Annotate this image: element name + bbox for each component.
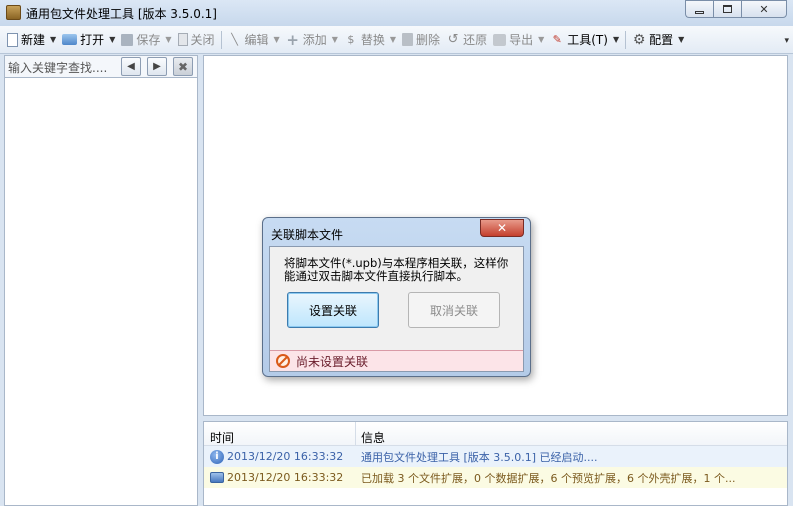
dialog-body: 将脚本文件(*.upb)与本程序相关联，这样你能通过双击脚本文件直接执行脚本。 …	[269, 246, 524, 372]
log-time-cell: i 2013/12/20 16:33:32	[204, 449, 356, 464]
log-time-cell: 2013/12/20 16:33:32	[204, 471, 356, 484]
chevron-down-icon[interactable]: ▼	[613, 35, 619, 44]
set-association-button[interactable]: 设置关联	[287, 292, 379, 328]
log-time: 2013/12/20 16:33:32	[227, 471, 344, 484]
status-text: 尚未设置关联	[296, 354, 369, 369]
replace-icon: $	[347, 32, 355, 46]
clear-x-icon: ✖	[177, 59, 189, 74]
app-icon	[6, 5, 21, 20]
chevron-down-icon[interactable]: ▼	[678, 35, 684, 44]
add-label: 添加	[302, 33, 327, 47]
save-label: 保存	[136, 33, 161, 47]
log-row[interactable]: i 2013/12/20 16:33:32 通用包文件处理工具 [版本 3.5.…	[204, 446, 787, 467]
trash-icon	[402, 33, 414, 46]
close-icon: ✕	[496, 221, 508, 235]
toolbar-separator	[220, 30, 222, 49]
toolbar-overflow-icon[interactable]: ▾	[784, 36, 789, 46]
close-file-icon	[177, 33, 188, 46]
replace-label: 替换	[360, 33, 385, 47]
toolbar-separator	[625, 30, 627, 49]
title-bar: 通用包文件处理工具 [版本 3.5.0.1] ✕	[0, 0, 793, 26]
prohibited-icon	[276, 354, 290, 368]
new-file-icon	[7, 32, 18, 47]
export-icon	[493, 33, 507, 46]
association-status: 尚未设置关联	[270, 350, 523, 371]
delete-button[interactable]: 删除	[399, 29, 443, 51]
pencil-icon: ╲	[231, 32, 238, 46]
next-button[interactable]: ▶	[147, 57, 167, 76]
config-label: 配置	[649, 33, 674, 47]
message-icon	[210, 472, 224, 483]
search-bar: 输入关键字查找.... ◀ ▶ ✖	[5, 56, 197, 78]
open-label: 打开	[80, 33, 105, 47]
chevron-down-icon[interactable]: ▼	[50, 35, 56, 44]
undo-icon: ↺	[447, 31, 459, 47]
window-controls: ✕	[685, 0, 787, 18]
window-title: 通用包文件处理工具 [版本 3.5.0.1]	[26, 7, 217, 21]
column-header-time[interactable]: 时间	[204, 422, 356, 445]
column-header-message[interactable]: 信息	[356, 422, 787, 445]
folder-icon	[62, 34, 78, 45]
close-file-button[interactable]: 关闭	[175, 29, 218, 51]
chevron-down-icon[interactable]: ▼	[274, 35, 280, 44]
triangle-left-icon: ◀	[127, 61, 135, 72]
cancel-association-button[interactable]: 取消关联	[408, 292, 500, 328]
clear-search-button[interactable]: ✖	[173, 57, 193, 76]
triangle-right-icon: ▶	[153, 61, 161, 72]
tools-label: 工具(T)	[567, 33, 608, 47]
add-button[interactable]: + 添加 ▼	[283, 29, 341, 51]
search-input[interactable]: 输入关键字查找....	[7, 57, 119, 76]
export-label: 导出	[509, 33, 534, 47]
brush-icon: ✎	[552, 32, 562, 46]
log-message: 已加载 3 个文件扩展，0 个数据扩展，6 个预览扩展，6 个外壳扩展，1 个.…	[361, 471, 736, 485]
export-button[interactable]: 导出 ▼	[490, 29, 547, 51]
chevron-down-icon[interactable]: ▼	[109, 35, 115, 44]
maximize-button[interactable]	[713, 0, 741, 18]
chevron-down-icon[interactable]: ▼	[332, 35, 338, 44]
tools-button[interactable]: ✎ 工具(T) ▼	[547, 29, 622, 51]
minimize-icon	[695, 10, 704, 14]
log-time: 2013/12/20 16:33:32	[227, 450, 344, 463]
new-button[interactable]: 新建 ▼	[4, 29, 59, 51]
log-panel: 时间 信息 i 2013/12/20 16:33:32 通用包文件处理工具 [版…	[203, 421, 788, 506]
log-row[interactable]: 2013/12/20 16:33:32 已加载 3 个文件扩展，0 个数据扩展，…	[204, 467, 787, 488]
chevron-down-icon[interactable]: ▼	[538, 35, 544, 44]
edit-button[interactable]: ╲ 编辑 ▼	[225, 29, 283, 51]
chevron-down-icon[interactable]: ▼	[390, 35, 396, 44]
close-icon: ✕	[759, 2, 769, 16]
dialog-message: 将脚本文件(*.upb)与本程序相关联，这样你能通过双击脚本文件直接执行脚本。	[284, 256, 509, 283]
close-label: 关闭	[190, 33, 215, 47]
open-button[interactable]: 打开 ▼	[59, 29, 118, 51]
edit-label: 编辑	[244, 33, 269, 47]
info-icon: i	[210, 449, 224, 464]
toolbar: 新建 ▼ 打开 ▼ 保存 ▼ 关闭 ╲ 编辑 ▼ + 添加 ▼ $ 替换 ▼ 删…	[0, 26, 793, 54]
delete-label: 删除	[416, 33, 441, 47]
save-button[interactable]: 保存 ▼	[118, 29, 174, 51]
replace-button[interactable]: $ 替换 ▼	[341, 29, 399, 51]
maximize-icon	[723, 5, 732, 13]
restore-label: 还原	[463, 33, 488, 47]
dialog-title: 关联脚本文件	[271, 228, 344, 242]
new-label: 新建	[21, 33, 46, 47]
plus-icon: +	[286, 30, 299, 49]
restore-button[interactable]: ↺ 还原	[443, 29, 490, 51]
config-button[interactable]: ⚙ 配置 ▼	[629, 29, 687, 51]
gear-icon: ⚙	[632, 31, 646, 48]
save-icon	[121, 33, 134, 46]
chevron-down-icon[interactable]: ▼	[165, 35, 171, 44]
previous-button[interactable]: ◀	[121, 57, 141, 76]
dialog-close-button[interactable]: ✕	[480, 219, 524, 237]
close-button[interactable]: ✕	[741, 0, 787, 18]
log-message: 通用包文件处理工具 [版本 3.5.0.1] 已经启动....	[361, 450, 598, 464]
file-tree-panel: 输入关键字查找.... ◀ ▶ ✖	[4, 55, 198, 506]
log-header: 时间 信息	[204, 422, 787, 446]
minimize-button[interactable]	[685, 0, 713, 18]
associate-script-dialog: 关联脚本文件 ✕ 将脚本文件(*.upb)与本程序相关联，这样你能通过双击脚本文…	[262, 217, 531, 377]
